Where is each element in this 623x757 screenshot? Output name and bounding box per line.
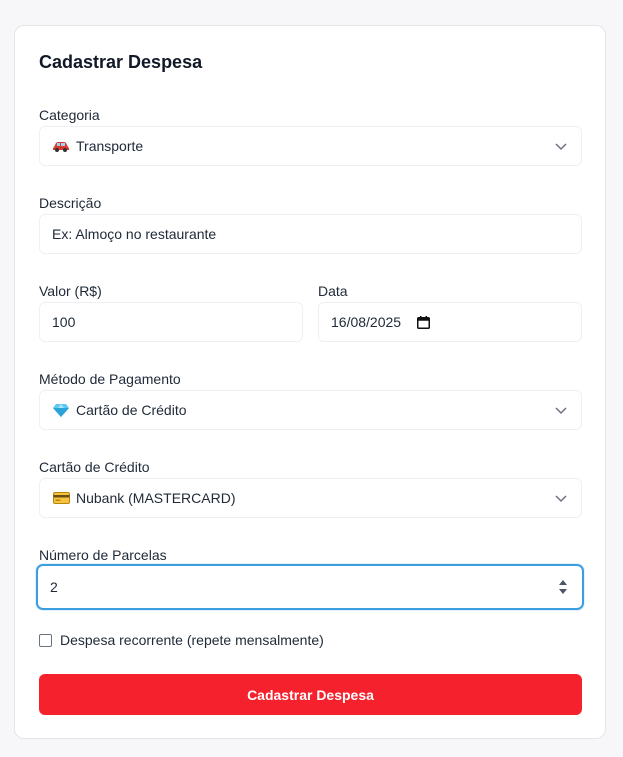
category-select[interactable]: Transporte: [39, 126, 582, 166]
credit-card-select[interactable]: Nubank (MASTERCARD): [39, 478, 582, 518]
date-value: 16/08/2025: [331, 314, 402, 330]
credit-card-label: Cartão de Crédito: [39, 459, 150, 475]
category-label: Categoria: [39, 107, 100, 123]
payment-method-label: Método de Pagamento: [39, 371, 181, 387]
date-label: Data: [318, 283, 348, 299]
recurring-option[interactable]: Despesa recorrente (repete mensalmente): [39, 632, 324, 648]
amount-value: 100: [52, 314, 76, 330]
form-title: Cadastrar Despesa: [39, 52, 203, 72]
description-label: Descrição: [39, 195, 102, 211]
credit-card-icon: [52, 492, 70, 504]
description-placeholder: Ex: Almoço no restaurante: [52, 226, 217, 242]
chevron-down-icon: [555, 407, 567, 415]
chevron-down-icon: [555, 495, 567, 503]
car-icon: [52, 140, 70, 152]
number-stepper-icon[interactable]: [558, 578, 568, 596]
expense-form-card: Cadastrar Despesa Categoria Transporte D…: [14, 25, 606, 739]
recurring-checkbox[interactable]: [39, 633, 52, 647]
date-input[interactable]: 16/08/2025: [318, 302, 582, 342]
chevron-down-icon: [555, 143, 567, 151]
description-input[interactable]: Ex: Almoço no restaurante: [39, 214, 582, 254]
installments-value: 2: [50, 579, 58, 595]
payment-method-select[interactable]: Cartão de Crédito: [39, 390, 582, 430]
payment-method-value: Cartão de Crédito: [76, 402, 187, 418]
calendar-icon[interactable]: [417, 315, 431, 329]
submit-button[interactable]: Cadastrar Despesa: [39, 674, 582, 715]
amount-label: Valor (R$): [39, 283, 102, 299]
credit-card-value: Nubank (MASTERCARD): [76, 490, 236, 506]
category-value: Transporte: [76, 138, 144, 154]
gem-icon: [52, 403, 70, 418]
recurring-label: Despesa recorrente (repete mensalmente): [60, 632, 324, 648]
installments-input[interactable]: 2: [36, 564, 584, 610]
installments-label: Número de Parcelas: [39, 547, 167, 563]
amount-input[interactable]: 100: [39, 302, 303, 342]
